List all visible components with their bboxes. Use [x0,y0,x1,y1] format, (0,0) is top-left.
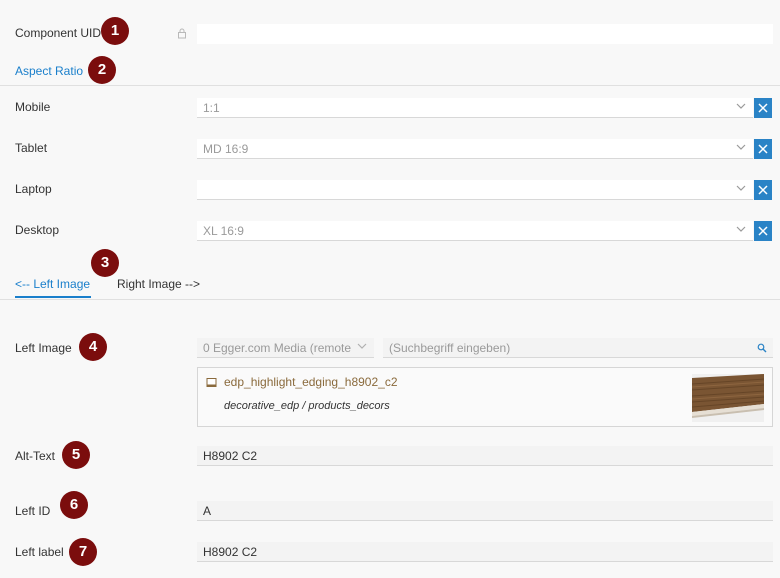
left-image-label: Left Image [15,341,72,355]
close-icon [758,103,768,113]
aspect-ratio-link[interactable]: Aspect Ratio [15,64,83,78]
selected-media-card[interactable]: edp_highlight_edging_h8902_c2 decorative… [197,367,773,427]
tablet-clear-button[interactable] [754,139,772,159]
tabs-divider [0,299,780,300]
media-item-title[interactable]: edp_highlight_edging_h8902_c2 [224,375,398,389]
close-icon [758,185,768,195]
desktop-clear-button[interactable] [754,221,772,241]
laptop-ratio-select[interactable] [197,180,753,200]
media-search-input[interactable]: (Suchbegriff eingeben) [383,338,773,358]
tab-right-image[interactable]: Right Image --> [117,277,200,291]
mobile-clear-button[interactable] [754,98,772,118]
chevron-down-icon [736,185,746,191]
mobile-label: Mobile [15,100,51,114]
media-item-path: decorative_edp / products_decors [224,400,390,412]
media-thumbnail [692,374,764,422]
chevron-down-icon [736,144,746,150]
tab-left-image[interactable]: <-- Left Image [15,277,90,291]
lock-icon [177,28,187,39]
left-label-input[interactable]: H8902 C2 [197,542,773,562]
component-uid-label: Component UID [15,26,102,40]
callout-badge-6: 6 [60,491,88,519]
chevron-down-icon [736,226,746,232]
close-icon [758,144,768,154]
alt-text-input[interactable]: H8902 C2 [197,446,773,466]
chevron-down-icon [736,103,746,109]
search-icon [757,343,767,353]
image-file-icon [206,378,217,387]
callout-badge-3: 3 [91,249,119,277]
alt-text-label: Alt-Text [15,449,56,463]
callout-badge-1: 1 [101,17,129,45]
desktop-ratio-select[interactable]: XL 16:9 [197,221,753,241]
callout-badge-5: 5 [62,441,90,469]
media-source-select[interactable]: 0 Egger.com Media (remote [197,338,374,358]
left-id-input[interactable]: A [197,501,773,521]
tablet-label: Tablet [15,141,48,155]
desktop-label: Desktop [15,223,60,237]
close-icon [758,226,768,236]
component-uid-input[interactable] [197,24,773,44]
left-id-label: Left ID [15,504,51,518]
laptop-label: Laptop [15,182,52,196]
section-divider [0,85,780,86]
callout-badge-4: 4 [79,333,107,361]
laptop-clear-button[interactable] [754,180,772,200]
mobile-ratio-select[interactable]: 1:1 [197,98,753,118]
callout-badge-2: 2 [88,56,116,84]
chevron-down-icon [357,343,367,349]
callout-badge-7: 7 [69,538,97,566]
active-tab-indicator [15,296,91,298]
left-label-label: Left label [15,545,64,559]
tablet-ratio-select[interactable]: MD 16:9 [197,139,753,159]
